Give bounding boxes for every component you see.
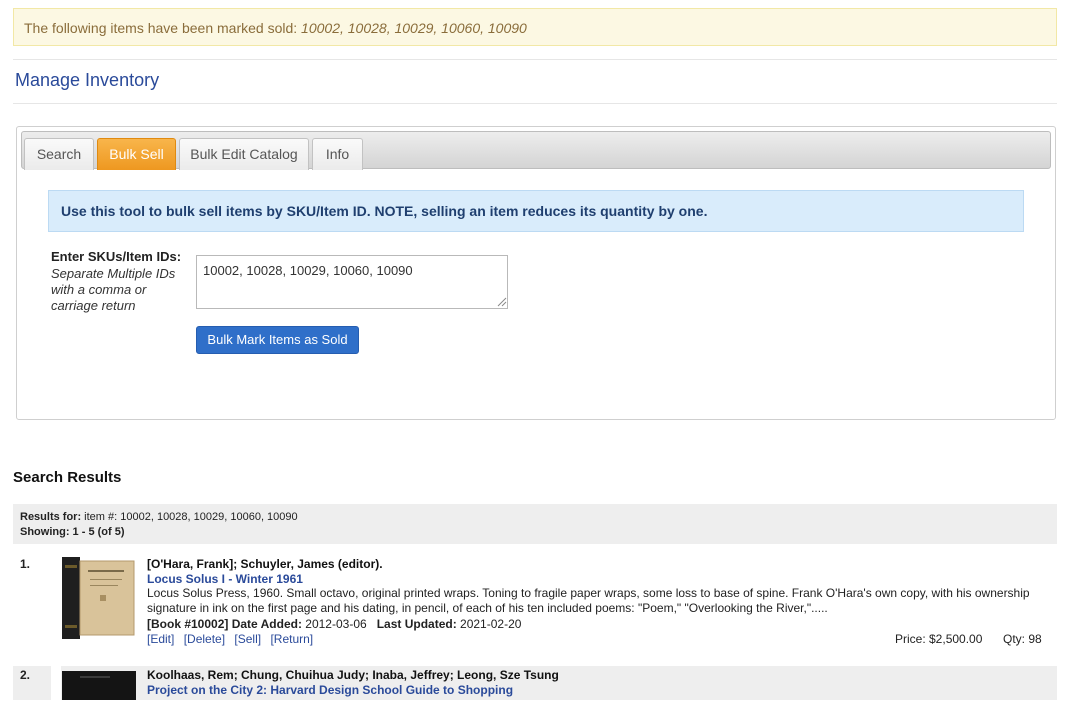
book-cover-image [62, 557, 135, 639]
book-id: [Book #10002] [147, 617, 229, 631]
info-message: Use this tool to bulk sell items by SKU/… [48, 190, 1024, 232]
result-number: 1. [20, 557, 31, 571]
page-title: Manage Inventory [15, 70, 160, 90]
result-actions: [Edit] [Delete] [Sell] [Return] [147, 632, 319, 646]
result-qty: Qty: 98 [1003, 632, 1042, 646]
divider [13, 103, 1057, 104]
inventory-panel: Search Bulk Sell Bulk Edit Catalog Info … [16, 126, 1056, 420]
bulk-mark-sold-button[interactable]: Bulk Mark Items as Sold [196, 326, 359, 354]
last-updated-value: 2021-02-20 [456, 617, 522, 631]
showing-label: Showing: [20, 526, 70, 538]
showing-value: 1 - 5 (of 5) [69, 526, 125, 538]
sku-field-hint: Separate Multiple IDs with a comma or ca… [51, 266, 176, 313]
results-for-label: Results for: [20, 511, 82, 523]
sold-alert: The following items have been marked sol… [13, 8, 1057, 46]
resize-grip-icon[interactable] [495, 295, 507, 307]
result-title-link[interactable]: Project on the City 2: Harvard Design Sc… [147, 683, 513, 697]
alert-text: The following items have been marked sol… [24, 20, 302, 36]
sku-field-label: Enter SKUs/Item IDs: [51, 249, 182, 264]
results-for-value: item #: 10002, 10028, 10029, 10060, 1009… [81, 511, 298, 523]
result-author: Koolhaas, Rem; Chung, Chuihua Judy; Inab… [147, 668, 559, 682]
last-updated-label: Last Updated: [376, 617, 457, 631]
search-results-title: Search Results [13, 469, 122, 486]
sku-input[interactable]: 10002, 10028, 10029, 10060, 10090 [196, 255, 508, 309]
tab-bar: Search Bulk Sell Bulk Edit Catalog Info [21, 131, 1051, 170]
result-author: [O'Hara, Frank]; Schuyler, James (editor… [147, 557, 383, 571]
row-gap [51, 666, 61, 700]
result-description: Locus Solus Press, 1960. Small octavo, o… [147, 586, 1030, 615]
divider [13, 59, 1057, 60]
results-summary: Results for: item #: 10002, 10028, 10029… [13, 504, 1057, 544]
sell-link[interactable]: [Sell] [234, 632, 261, 646]
result-meta: [Book #10002] Date Added: 2012-03-06 Las… [147, 617, 521, 631]
delete-link[interactable]: [Delete] [184, 632, 225, 646]
book-cover-image [62, 671, 136, 700]
date-added-label: Date Added: [231, 617, 302, 631]
result-title-link[interactable]: Locus Solus I - Winter 1961 [147, 572, 303, 586]
tab-bulk-sell[interactable]: Bulk Sell [97, 138, 176, 170]
tab-bulk-edit-catalog[interactable]: Bulk Edit Catalog [179, 138, 309, 170]
date-added-value: 2012-03-06 [301, 617, 367, 631]
tab-search[interactable]: Search [24, 138, 94, 170]
tab-info[interactable]: Info [312, 138, 363, 170]
result-price: Price: $2,500.00 [895, 632, 983, 646]
return-link[interactable]: [Return] [270, 632, 313, 646]
edit-link[interactable]: [Edit] [147, 632, 174, 646]
result-number: 2. [20, 668, 31, 682]
alert-ids: 10002, 10028, 10029, 10060, 10090 [301, 20, 527, 36]
